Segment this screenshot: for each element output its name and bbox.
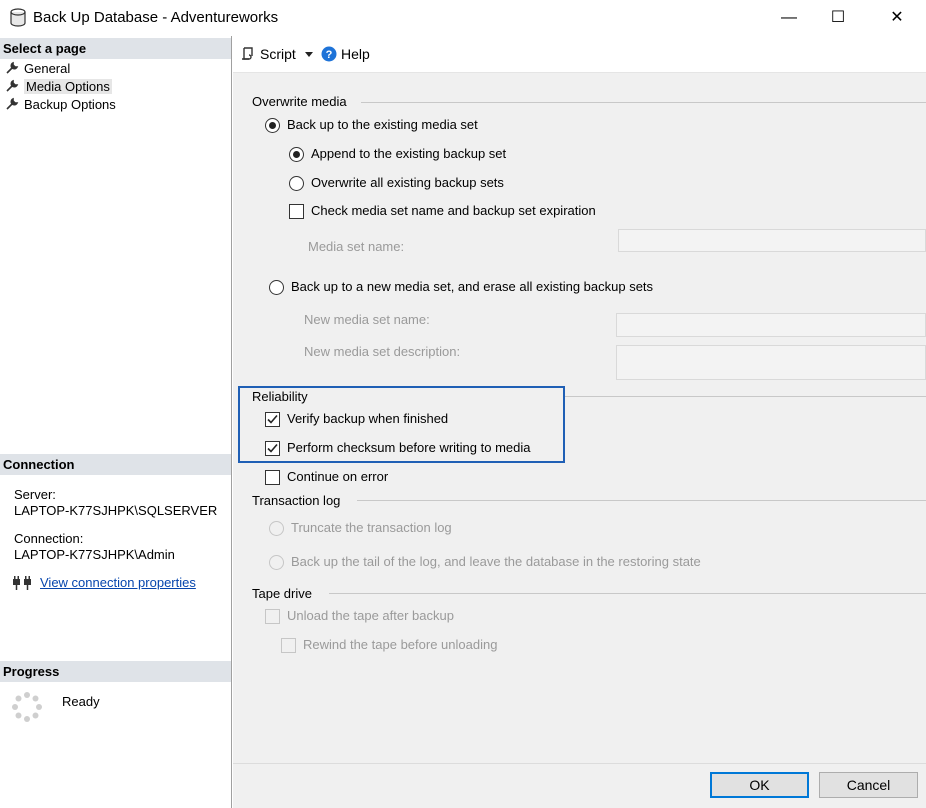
group-divider bbox=[565, 396, 926, 397]
group-divider bbox=[361, 102, 926, 103]
connection-plug-icon bbox=[13, 576, 31, 590]
nav-item-label: Media Options bbox=[24, 79, 112, 94]
minimize-button[interactable]: — bbox=[766, 0, 812, 36]
check-media-set-checkbox[interactable]: Check media set name and backup set expi… bbox=[289, 203, 596, 219]
continue-on-error-checkbox[interactable]: Continue on error bbox=[265, 469, 388, 485]
append-backup-set-label: Append to the existing backup set bbox=[311, 146, 507, 161]
wrench-icon bbox=[6, 79, 19, 92]
new-media-set-label: Back up to a new media set, and erase al… bbox=[291, 279, 654, 294]
tail-log-radio[interactable]: Back up the tail of the log, and leave t… bbox=[269, 554, 701, 570]
new-media-set-name-label: New media set name: bbox=[304, 312, 430, 327]
nav-item-general[interactable]: General bbox=[5, 60, 70, 77]
unload-tape-checkbox[interactable]: Unload the tape after backup bbox=[265, 608, 454, 624]
progress-spinner-icon bbox=[12, 692, 42, 722]
script-icon bbox=[242, 47, 253, 60]
connection-header: Connection bbox=[0, 454, 231, 475]
wrench-icon bbox=[6, 61, 19, 74]
overwrite-media-group-label: Overwrite media bbox=[252, 94, 347, 109]
truncate-log-label: Truncate the transaction log bbox=[291, 520, 452, 535]
script-label: Script bbox=[260, 46, 296, 62]
ok-button[interactable]: OK bbox=[710, 772, 809, 798]
chevron-down-icon[interactable] bbox=[302, 47, 316, 61]
radio-indicator[interactable] bbox=[269, 520, 284, 536]
truncate-log-radio[interactable]: Truncate the transaction log bbox=[269, 520, 452, 536]
script-button[interactable]: Script bbox=[240, 45, 316, 63]
progress-status: Ready bbox=[62, 694, 100, 709]
help-label: Help bbox=[341, 46, 370, 62]
group-divider bbox=[329, 593, 926, 594]
continue-on-error-label: Continue on error bbox=[287, 469, 389, 484]
rewind-tape-label: Rewind the tape before unloading bbox=[303, 637, 498, 652]
overwrite-backup-sets-radio[interactable]: Overwrite all existing backup sets bbox=[289, 175, 504, 191]
reliability-highlight-box bbox=[238, 386, 565, 463]
nav-item-label: General bbox=[24, 61, 71, 76]
select-page-header: Select a page bbox=[0, 38, 231, 59]
help-button[interactable]: ? Help bbox=[321, 45, 370, 63]
radio-indicator[interactable] bbox=[269, 554, 284, 570]
nav-item-label: Backup Options bbox=[24, 97, 116, 112]
checkbox-indicator[interactable] bbox=[281, 637, 296, 653]
new-media-set-description-input[interactable] bbox=[616, 345, 926, 380]
checkbox-indicator[interactable] bbox=[265, 608, 280, 624]
radio-indicator[interactable] bbox=[269, 279, 284, 295]
nav-item-backup-options[interactable]: Backup Options bbox=[5, 96, 116, 113]
radio-indicator[interactable] bbox=[289, 146, 304, 162]
help-icon: ? bbox=[321, 46, 337, 62]
unload-tape-label: Unload the tape after backup bbox=[287, 608, 454, 623]
connection-value: LAPTOP-K77SJHPK\Admin bbox=[14, 547, 175, 562]
connection-label: Connection: bbox=[14, 531, 84, 546]
radio-indicator[interactable] bbox=[289, 175, 304, 191]
new-media-set-description-label: New media set description: bbox=[304, 344, 461, 359]
dialog-footer: OK Cancel bbox=[233, 763, 926, 808]
overwrite-backup-sets-label: Overwrite all existing backup sets bbox=[311, 175, 504, 190]
checkbox-indicator[interactable] bbox=[289, 203, 304, 219]
existing-media-set-label: Back up to the existing media set bbox=[287, 117, 478, 132]
close-button[interactable]: ✕ bbox=[874, 0, 920, 36]
group-divider bbox=[357, 500, 926, 501]
server-label: Server: bbox=[14, 487, 56, 502]
wrench-icon bbox=[6, 97, 19, 110]
check-media-set-label: Check media set name and backup set expi… bbox=[311, 203, 596, 218]
checkbox-indicator[interactable] bbox=[265, 469, 280, 485]
maximize-button[interactable]: ☐ bbox=[815, 0, 861, 36]
tape-drive-group-label: Tape drive bbox=[252, 586, 312, 601]
progress-header: Progress bbox=[0, 661, 231, 682]
existing-media-set-radio[interactable]: Back up to the existing media set bbox=[265, 117, 478, 133]
media-set-name-input[interactable] bbox=[618, 229, 926, 252]
new-media-set-radio[interactable]: Back up to a new media set, and erase al… bbox=[269, 279, 653, 295]
append-backup-set-radio[interactable]: Append to the existing backup set bbox=[289, 146, 506, 162]
cancel-button[interactable]: Cancel bbox=[819, 772, 918, 798]
title-bar: Back Up Database - Adventureworks — ☐ ✕ bbox=[0, 0, 926, 36]
tail-log-label: Back up the tail of the log, and leave t… bbox=[291, 554, 701, 569]
server-value: LAPTOP-K77SJHPK\SQLSERVER bbox=[14, 503, 218, 518]
transaction-log-group-label: Transaction log bbox=[252, 493, 341, 508]
nav-item-media-options[interactable]: Media Options bbox=[5, 78, 112, 95]
window-title: Back Up Database - Adventureworks bbox=[33, 9, 279, 26]
rewind-tape-checkbox[interactable]: Rewind the tape before unloading bbox=[281, 637, 497, 653]
view-connection-properties-link[interactable]: View connection properties bbox=[40, 575, 196, 590]
toolbar: Script ? Help bbox=[233, 36, 926, 72]
svg-text:?: ? bbox=[326, 49, 333, 61]
database-icon bbox=[10, 8, 26, 27]
radio-indicator[interactable] bbox=[265, 117, 280, 133]
media-set-name-label: Media set name: bbox=[308, 239, 405, 254]
new-media-set-name-input[interactable] bbox=[616, 313, 926, 337]
left-pane: Select a page General Media Options Back… bbox=[0, 36, 232, 808]
